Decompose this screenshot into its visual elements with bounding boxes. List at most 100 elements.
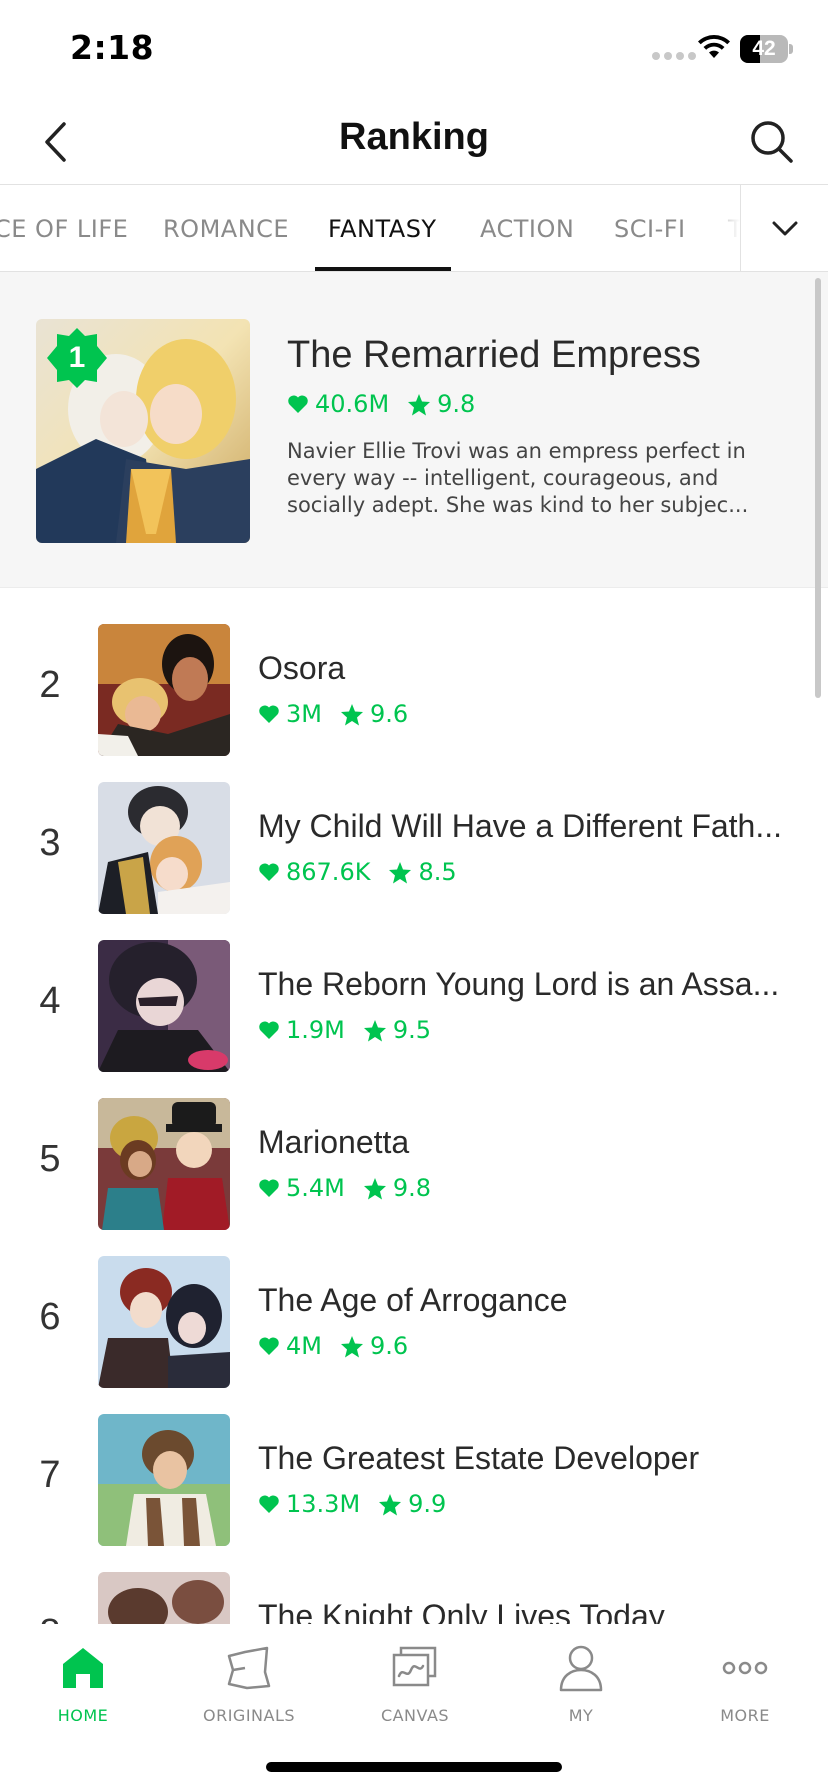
featured-title[interactable]: The Remarried Empress	[287, 334, 701, 377]
rating-value: 9.8	[437, 390, 476, 418]
tab-fantasy[interactable]: FANTASY	[328, 185, 437, 271]
comic-title: Osora	[258, 650, 346, 686]
heart-icon	[259, 705, 279, 723]
star-icon	[408, 393, 431, 415]
home-icon	[63, 1648, 103, 1688]
cover-thumbnail	[98, 624, 230, 756]
rank-number: 8	[20, 1612, 80, 1624]
likes-stat: 40.6M	[287, 390, 389, 418]
home-indicator	[266, 1762, 562, 1772]
rating-value: 9.8	[392, 1174, 432, 1202]
ranking-item[interactable]: 2 Osora 3M 9.6	[0, 624, 828, 782]
ranking-item[interactable]: 7 The Greatest Estate Developer 13.3M 9.…	[0, 1414, 828, 1572]
rank-number: 2	[39, 664, 61, 706]
star-icon	[363, 1019, 386, 1041]
rating-value: 9.6	[369, 700, 409, 728]
ranking-item[interactable]: 4 The Reborn Young Lord is an Assa... 1.…	[0, 940, 828, 1098]
rank-number: 6	[39, 1296, 61, 1338]
cover-thumbnail	[98, 1256, 230, 1388]
status-bar: 2:18 42	[0, 0, 828, 100]
rating-value: 8.5	[418, 858, 457, 886]
nav-my[interactable]: MY	[498, 1624, 664, 1734]
more-icon	[722, 1661, 768, 1675]
star-icon	[340, 703, 363, 725]
comic-stats: 867.6K 8.5	[258, 858, 475, 886]
battery-level: 42	[752, 37, 776, 60]
heart-icon	[259, 1179, 279, 1197]
heart-icon	[259, 1495, 279, 1513]
rank-badge: 1	[47, 328, 107, 388]
cover-thumbnail	[98, 1414, 230, 1546]
heart-icon	[259, 1337, 279, 1355]
page-title: Ranking	[339, 116, 489, 158]
cover-thumbnail	[98, 1572, 230, 1624]
cover-thumbnail	[98, 782, 230, 914]
nav-label: MY	[568, 1706, 594, 1725]
comic-title: My Child Will Have a Different Fath...	[258, 808, 783, 844]
genre-tabs: CE OF LIFE ROMANCE FANTASY ACTION SCI-FI…	[0, 184, 828, 272]
rating-stat: 9.8	[407, 390, 475, 418]
likes-count: 867.6K	[286, 858, 371, 886]
tab-action[interactable]: ACTION	[480, 185, 574, 271]
comic-title: Marionetta	[258, 1124, 410, 1160]
likes-count: 13.3M	[286, 1490, 361, 1518]
rating-value: 9.9	[408, 1490, 447, 1518]
ranking-item[interactable]: 5 Marionetta 5.4M 9.8	[0, 1098, 828, 1256]
person-icon	[559, 1645, 603, 1692]
nav-more[interactable]: MORE	[662, 1624, 828, 1734]
comic-title: The Greatest Estate Developer	[258, 1440, 700, 1476]
nav-originals[interactable]: ORIGINALS	[166, 1624, 332, 1734]
likes-count: 4M	[286, 1332, 322, 1360]
tab-romance[interactable]: ROMANCE	[163, 185, 289, 271]
nav-label: CANVAS	[380, 1706, 450, 1725]
comic-stats: 5.4M 9.8	[258, 1174, 449, 1202]
rank-number: 3	[39, 822, 61, 864]
likes-count: 40.6M	[315, 390, 390, 418]
comic-stats: 4M 9.6	[258, 1332, 426, 1360]
comic-title: The Reborn Young Lord is an Assa...	[258, 966, 780, 1002]
nav-label: ORIGINALS	[202, 1706, 296, 1725]
originals-icon	[227, 1646, 271, 1690]
rating-value: 9.5	[392, 1016, 432, 1044]
status-time: 2:18	[70, 28, 155, 67]
likes-count: 1.9M	[286, 1016, 345, 1044]
heart-icon	[259, 863, 279, 881]
heart-icon	[288, 395, 308, 413]
rank-number: 5	[39, 1138, 61, 1180]
star-icon	[389, 861, 412, 883]
tab-sci-fi[interactable]: SCI-FI	[614, 185, 686, 271]
comic-title: The Age of Arrogance	[258, 1282, 568, 1318]
search-button[interactable]	[742, 112, 802, 172]
comic-title: The Knight Only Lives Today	[258, 1598, 665, 1624]
tabs-expand-button[interactable]	[740, 185, 828, 271]
signal-icon	[652, 52, 696, 60]
ranking-list: 2 Osora 3M 9.6 3 My Child Will Have a Di…	[0, 588, 828, 1624]
wifi-icon	[698, 35, 730, 58]
nav-home[interactable]: HOME	[0, 1624, 166, 1734]
rank-number: 4	[39, 980, 61, 1022]
likes-count: 5.4M	[286, 1174, 345, 1202]
star-icon	[340, 1335, 363, 1357]
top-header: Ranking	[0, 100, 828, 184]
scrollbar[interactable]	[815, 278, 821, 698]
featured-stats: 40.6M 9.8	[287, 390, 493, 418]
cover-thumbnail	[98, 940, 230, 1072]
comic-stats: 13.3M 9.9	[258, 1490, 464, 1518]
featured-description: Navier Ellie Trovi was an empress perfec…	[287, 439, 749, 517]
nav-label: MORE	[720, 1706, 770, 1725]
comic-stats: 1.9M 9.5	[258, 1016, 449, 1044]
active-tab-indicator	[315, 267, 451, 271]
ranking-item[interactable]: 6 The Age of Arrogance 4M 9.6	[0, 1256, 828, 1414]
nav-canvas[interactable]: CANVAS	[332, 1624, 498, 1734]
comic-stats: 3M 9.6	[258, 700, 426, 728]
star-icon	[363, 1177, 386, 1199]
ranking-item[interactable]: 8 The Knight Only Lives Today	[0, 1572, 828, 1624]
featured-ranking-item[interactable]: 1 The Remarried Empress 40.6M 9.8 Navier…	[0, 272, 828, 588]
ranking-item[interactable]: 3 My Child Will Have a Different Fath...…	[0, 782, 828, 940]
rank-number: 7	[39, 1454, 61, 1496]
featured-cover-image: 1	[36, 319, 250, 543]
rating-value: 9.6	[369, 1332, 409, 1360]
search-icon	[751, 121, 793, 163]
canvas-icon	[392, 1646, 437, 1687]
tab-slice-of-life[interactable]: CE OF LIFE	[0, 185, 128, 271]
